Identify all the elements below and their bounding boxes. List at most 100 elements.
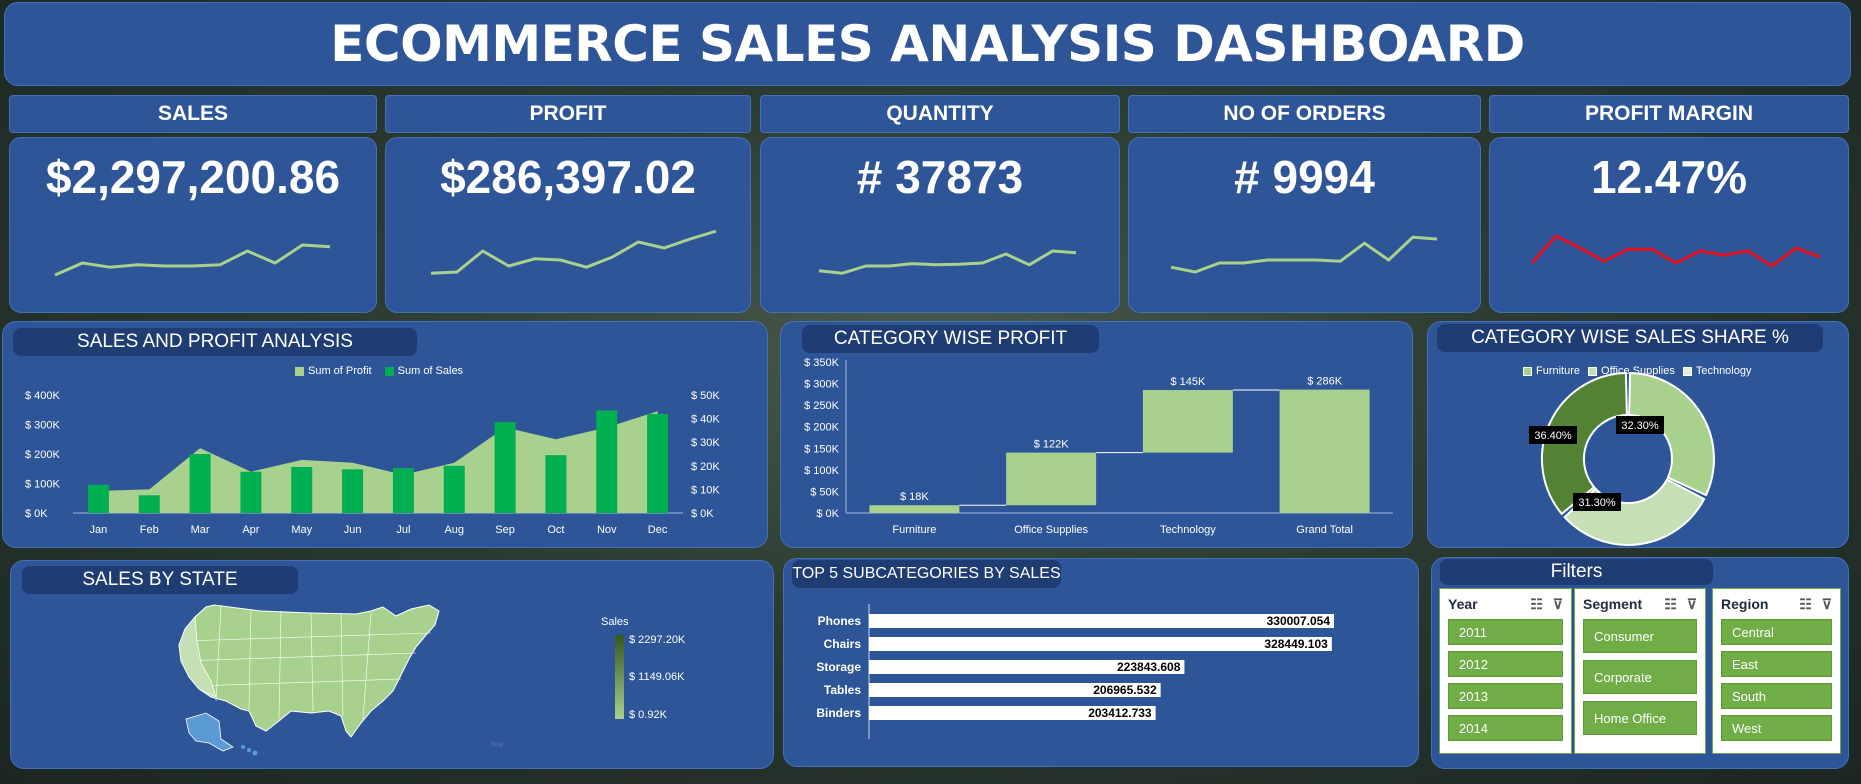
sparkline-path: [430, 229, 717, 275]
sparkline-path: [1530, 234, 1821, 268]
data-label: 31.30%: [1578, 497, 1616, 509]
sales-bar: [647, 413, 669, 513]
x-axis-tick: Dec: [648, 524, 668, 536]
x-axis-tick: Grand Total: [1296, 524, 1353, 536]
y-axis-tick: Storage: [816, 660, 861, 674]
sales-bar: [443, 465, 465, 513]
y-axis-tick: Chairs: [824, 637, 862, 651]
slicer-item-2011[interactable]: 2011: [1448, 619, 1563, 645]
sparkline-path: [54, 243, 331, 277]
kpi-value: $2,297,200.86: [45, 151, 341, 203]
kpi-label: PROFIT: [529, 102, 607, 125]
right-axis-tick: $ 20K: [691, 461, 720, 473]
sales-bar: [494, 422, 516, 513]
slicer-item-2013[interactable]: 2013: [1448, 683, 1563, 709]
kpi-label: PROFIT MARGIN: [1585, 102, 1753, 125]
y-axis-tick: $ 100K: [804, 465, 840, 477]
sales-profit-chart: $ 0K $ 100K $ 200K $ 300K $ 400K $ 0K $ 10K $ 2…: [25, 390, 720, 536]
donut-slice: [1628, 371, 1715, 497]
kpi-label: NO OF ORDERS: [1223, 102, 1386, 125]
left-axis-tick: $ 200K: [25, 449, 61, 461]
sparkline-path: [818, 249, 1077, 275]
x-axis-tick: Nov: [597, 524, 617, 536]
kpi-header-sales: SALES: [9, 95, 377, 133]
slicer-item-corporate[interactable]: Corporate: [1583, 660, 1697, 694]
waterfall-bar: [869, 505, 960, 513]
data-label: $ 122K: [1034, 439, 1070, 451]
data-label: $ 145K: [1170, 376, 1206, 388]
slicer-item-consumer[interactable]: Consumer: [1583, 619, 1697, 653]
kpi-value: # 9994: [1234, 151, 1375, 203]
x-axis-tick: Furniture: [892, 524, 936, 536]
clear-filter-icon[interactable]: ⊽: [1822, 596, 1832, 613]
filters-panel: Filters Year ☷ ⊽ 2011 2012 2013 2014 Segme…: [1431, 557, 1849, 769]
x-axis-tick: Feb: [140, 524, 159, 536]
sales-profit-panel: SALES AND PROFIT ANALYSIS Sum of Profit …: [2, 321, 768, 548]
y-axis-tick: $ 50K: [810, 486, 839, 498]
category-profit-chart: $ 0K $ 50K $ 100K $ 150K $ 200K $ 250K $ 300K $…: [804, 357, 1393, 536]
x-axis-tick: Jan: [90, 524, 108, 536]
section-title: Filters: [1440, 559, 1713, 585]
x-axis-tick: Technology: [1160, 524, 1216, 536]
sales-bar: [291, 466, 313, 513]
kpi-sparkline: [818, 249, 1077, 275]
subcategory-bar: [869, 637, 1332, 651]
slicer-item-home-office[interactable]: Home Office: [1583, 701, 1697, 735]
kpi-value: 12.47%: [1590, 151, 1747, 203]
map-legend-max: $ 2297.20K: [629, 634, 686, 646]
kpi-header-quantity: QUANTITY: [760, 95, 1120, 133]
data-label: 36.40%: [1534, 430, 1572, 442]
multi-select-icon[interactable]: ☷: [1664, 596, 1677, 613]
left-axis-tick: $ 100K: [25, 479, 61, 491]
y-axis-tick: Tables: [824, 683, 861, 697]
kpi-card-sales: $2,297,200.86: [9, 137, 377, 313]
slicer-item-east[interactable]: East: [1721, 651, 1832, 677]
data-label: 223843.608: [1117, 660, 1181, 674]
slicer-title: Year: [1448, 596, 1478, 612]
kpi-header-profit-margin: PROFIT MARGIN: [1489, 95, 1849, 133]
multi-select-icon[interactable]: ☷: [1530, 596, 1543, 613]
slicer-item-2014[interactable]: 2014: [1448, 715, 1563, 741]
clear-filter-icon[interactable]: ⊽: [1553, 596, 1563, 613]
kpi-label: SALES: [157, 102, 228, 125]
map-legend-min: $ 0.92K: [629, 709, 668, 721]
dashboard-title-bar: ECOMMERCE SALES ANALYSIS DASHBOARD: [4, 2, 1851, 86]
right-axis-tick: $ 0K: [691, 508, 714, 520]
map-legend-scale: [615, 635, 624, 719]
x-axis-tick: Oct: [547, 524, 564, 536]
multi-select-icon[interactable]: ☷: [1799, 596, 1812, 613]
slicer-item-2012[interactable]: 2012: [1448, 651, 1563, 677]
kpi-card-profit-margin: 12.47%: [1489, 137, 1849, 313]
year-slicer: Year ☷ ⊽ 2011 2012 2013 2014: [1439, 588, 1572, 754]
kpi-sparkline: [1530, 234, 1821, 268]
x-axis-tick: May: [291, 524, 312, 536]
sparkline-path: [1170, 235, 1438, 274]
x-axis-tick: Mar: [191, 524, 210, 536]
profit-area: [98, 411, 658, 513]
right-axis-tick: $ 10K: [691, 484, 720, 496]
sales-bar: [392, 468, 414, 513]
sales-by-state-panel: SALES BY STATE Bing Sales $ 2297.20K $ 1…: [10, 560, 774, 769]
y-axis-tick: $ 200K: [804, 422, 840, 434]
category-profit-panel: CATEGORY WISE PROFIT $ 0K $ 50K $ 100K $ 15…: [780, 321, 1413, 548]
region-slicer: Region ☷ ⊽ Central East South West: [1712, 588, 1841, 754]
kpi-value: # 37873: [856, 151, 1024, 203]
waterfall-bar: [1279, 389, 1370, 513]
right-axis-tick: $ 30K: [691, 437, 720, 449]
x-axis-tick: Office Supplies: [1014, 524, 1088, 536]
y-axis-tick: $ 0K: [816, 508, 839, 520]
slicer-item-west[interactable]: West: [1721, 715, 1832, 741]
data-label: $ 18K: [900, 491, 929, 503]
left-axis-tick: $ 400K: [25, 390, 61, 402]
slicer-item-central[interactable]: Central: [1721, 619, 1832, 645]
sales-bar: [596, 410, 618, 513]
map-legend-title: Sales: [601, 616, 629, 628]
y-axis-tick: Phones: [818, 614, 862, 628]
data-label: 330007.054: [1267, 614, 1331, 628]
y-axis-tick: $ 250K: [804, 400, 840, 412]
usa-map[interactable]: Bing Sales $ 2297.20K $ 1149.06K $ 0.92K: [11, 561, 775, 770]
x-axis-tick: Jun: [344, 524, 362, 536]
clear-filter-icon[interactable]: ⊽: [1687, 596, 1697, 613]
slicer-item-south[interactable]: South: [1721, 683, 1832, 709]
kpi-sparkline: [430, 229, 717, 275]
